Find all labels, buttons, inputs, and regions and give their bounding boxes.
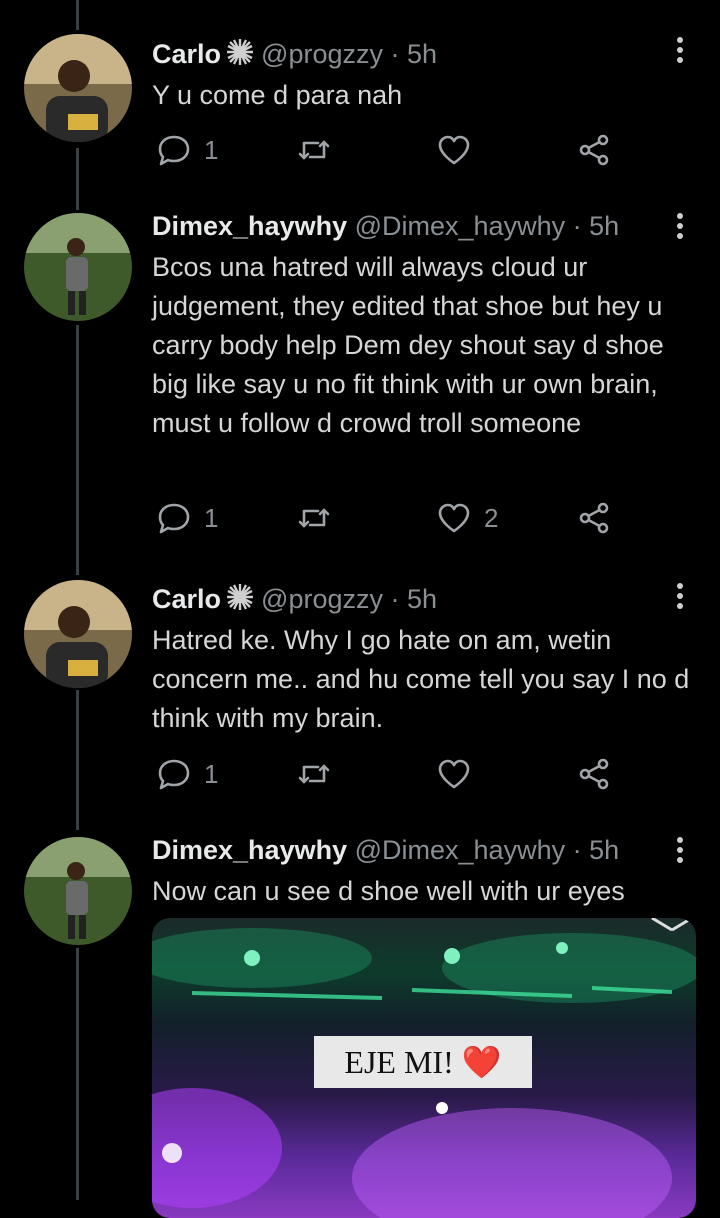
timestamp[interactable]: · 5h (573, 835, 620, 865)
media-caption: EJE MI! ❤️ (314, 1036, 532, 1088)
more-vertical-icon[interactable] (662, 832, 698, 868)
author-handle[interactable]: @Dimex_haywhy (355, 835, 565, 865)
avatar[interactable] (24, 837, 132, 945)
tweet-text: Now can u see d shoe well with ur eyes (152, 876, 625, 906)
tweet-media-image[interactable]: EJE MI! ❤️ (152, 918, 696, 1218)
author-name[interactable]: Dimex_haywhy (152, 835, 347, 865)
